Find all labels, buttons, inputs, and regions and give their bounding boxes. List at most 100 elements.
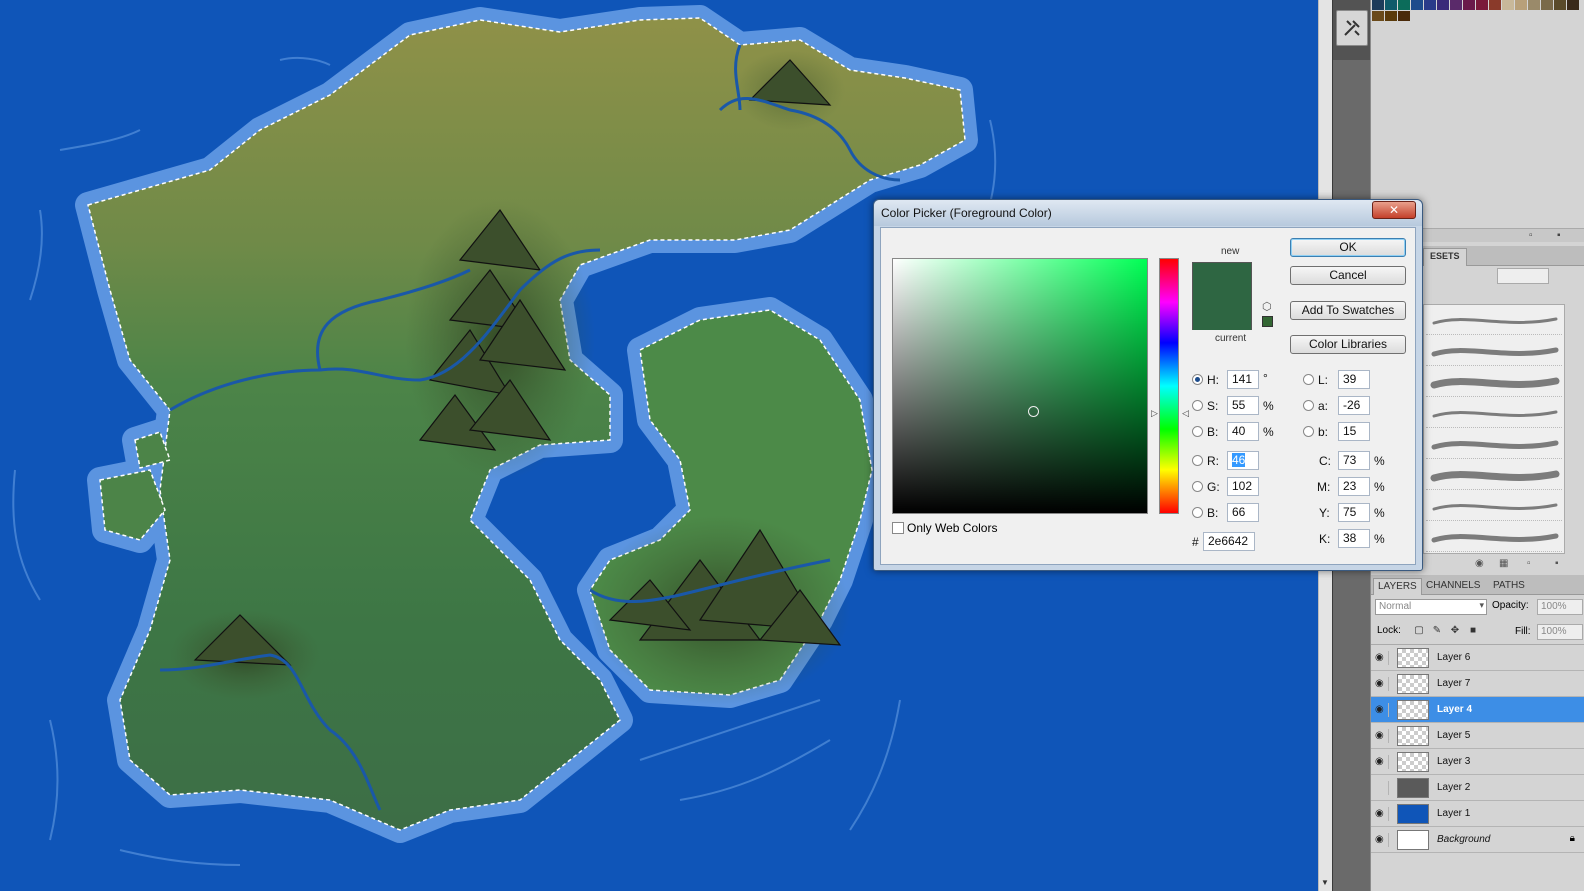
brush-preset-stroke[interactable]: [1426, 338, 1562, 366]
visibility-eye-icon[interactable]: ◉: [1375, 755, 1389, 769]
add-to-swatches-button[interactable]: Add To Swatches: [1290, 301, 1406, 320]
brush-preset-stroke[interactable]: [1426, 493, 1562, 521]
brush-preset-stroke[interactable]: [1426, 307, 1562, 335]
cancel-button[interactable]: Cancel: [1290, 266, 1406, 285]
lab-b-radio[interactable]: [1303, 426, 1314, 437]
swatch[interactable]: [1554, 0, 1566, 10]
fill-field[interactable]: 100%: [1537, 624, 1583, 640]
brush-preset-stroke[interactable]: [1426, 369, 1562, 397]
visibility-eye-icon[interactable]: ◉: [1375, 833, 1389, 847]
swatch[interactable]: [1372, 11, 1384, 21]
visibility-eye-icon[interactable]: ◉: [1375, 677, 1389, 691]
swatch[interactable]: [1450, 0, 1462, 10]
h-input[interactable]: 141: [1227, 370, 1259, 389]
rgb-b-radio[interactable]: [1192, 507, 1203, 518]
brush-presets-list[interactable]: [1423, 304, 1565, 554]
swatch[interactable]: [1463, 0, 1475, 10]
b-radio[interactable]: [1192, 426, 1203, 437]
visibility-eye-icon[interactable]: ◉: [1375, 703, 1389, 717]
r-radio[interactable]: [1192, 455, 1203, 466]
l-input[interactable]: 39: [1338, 370, 1370, 389]
brush-preset-stroke[interactable]: [1426, 431, 1562, 459]
brush-grid-icon[interactable]: ▦: [1499, 558, 1508, 569]
swatch[interactable]: [1398, 11, 1410, 21]
g-input[interactable]: 102: [1227, 477, 1259, 496]
r-input[interactable]: 46: [1227, 451, 1259, 470]
visibility-eye-icon[interactable]: [1375, 781, 1389, 795]
lab-b-input[interactable]: 15: [1338, 422, 1370, 441]
swatch[interactable]: [1541, 0, 1553, 10]
layer-row[interactable]: ◉ Background 🔒︎: [1371, 827, 1584, 853]
web-safe-swatch[interactable]: [1262, 316, 1273, 327]
g-radio[interactable]: [1192, 481, 1203, 492]
opacity-field[interactable]: 100%: [1537, 599, 1583, 615]
color-libraries-button[interactable]: Color Libraries: [1290, 335, 1406, 354]
lock-transparent-icon[interactable]: ▢: [1413, 625, 1425, 637]
layer-row[interactable]: Layer 2: [1371, 775, 1584, 801]
k-input[interactable]: 38: [1338, 529, 1370, 548]
swatch[interactable]: [1424, 0, 1436, 10]
delete-brush-icon[interactable]: ▪: [1555, 558, 1559, 569]
swatch[interactable]: [1528, 0, 1540, 10]
layer-row[interactable]: ◉ Layer 5: [1371, 723, 1584, 749]
brush-eye-icon[interactable]: ◉: [1475, 558, 1484, 569]
new-brush-icon[interactable]: ▫: [1527, 558, 1531, 569]
swatch[interactable]: [1411, 0, 1423, 10]
s-input[interactable]: 55: [1227, 396, 1259, 415]
lock-brush-icon[interactable]: ✎: [1431, 625, 1443, 637]
close-button[interactable]: ✕: [1372, 201, 1416, 219]
y-input[interactable]: 75: [1338, 503, 1370, 522]
swatch[interactable]: [1515, 0, 1527, 10]
swatch[interactable]: [1385, 0, 1397, 10]
current-color-swatch[interactable]: [1193, 297, 1251, 330]
l-radio[interactable]: [1303, 374, 1314, 385]
ok-button[interactable]: OK: [1290, 238, 1406, 257]
hex-input[interactable]: 2e6642: [1203, 532, 1255, 551]
swatch[interactable]: [1567, 0, 1579, 10]
a-radio[interactable]: [1303, 400, 1314, 411]
hue-slider-right-arrow-icon[interactable]: ◁: [1182, 408, 1189, 419]
tab-brush-presets[interactable]: ESETS: [1423, 248, 1467, 266]
layer-row[interactable]: ◉ Layer 3: [1371, 749, 1584, 775]
tab-layers[interactable]: LAYERS: [1373, 578, 1422, 595]
visibility-eye-icon[interactable]: ◉: [1375, 651, 1389, 665]
scroll-down-arrow-icon[interactable]: ▼: [1321, 878, 1329, 887]
color-field-cursor[interactable]: [1028, 406, 1039, 417]
web-safe-cube-icon[interactable]: ⬡: [1262, 300, 1272, 313]
brush-size-field[interactable]: [1497, 268, 1549, 284]
swatch[interactable]: [1502, 0, 1514, 10]
layer-row[interactable]: ◉ Layer 6: [1371, 645, 1584, 671]
rgb-b-input[interactable]: 66: [1227, 503, 1259, 522]
checkbox-box[interactable]: [892, 522, 904, 534]
lock-all-icon[interactable]: ■: [1467, 625, 1479, 637]
brush-preset-stroke[interactable]: [1426, 524, 1562, 552]
visibility-eye-icon[interactable]: ◉: [1375, 729, 1389, 743]
layer-row[interactable]: ◉ Layer 4: [1371, 697, 1584, 723]
swatches-grid[interactable]: [1372, 0, 1579, 21]
h-radio[interactable]: [1192, 374, 1203, 385]
swatch[interactable]: [1489, 0, 1501, 10]
swatch[interactable]: [1372, 0, 1384, 10]
hue-slider-left-arrow-icon[interactable]: ▷: [1151, 408, 1158, 419]
c-input[interactable]: 73: [1338, 451, 1370, 470]
tab-paths[interactable]: PATHS: [1489, 578, 1529, 595]
b-input[interactable]: 40: [1227, 422, 1259, 441]
delete-swatch-icon[interactable]: ▪: [1557, 230, 1561, 241]
color-field[interactable]: [892, 258, 1148, 514]
tab-channels[interactable]: CHANNELS: [1422, 578, 1484, 595]
layer-row[interactable]: ◉ Layer 1: [1371, 801, 1584, 827]
lock-move-icon[interactable]: ✥: [1449, 625, 1461, 637]
swatch[interactable]: [1385, 11, 1397, 21]
s-radio[interactable]: [1192, 400, 1203, 411]
tool-presets-button[interactable]: [1336, 10, 1368, 46]
m-input[interactable]: 23: [1338, 477, 1370, 496]
blend-mode-select[interactable]: Normal ▾: [1375, 599, 1487, 615]
swatch[interactable]: [1398, 0, 1410, 10]
brush-preset-stroke[interactable]: [1426, 462, 1562, 490]
brush-preset-stroke[interactable]: [1426, 400, 1562, 428]
swatch[interactable]: [1437, 0, 1449, 10]
dialog-titlebar[interactable]: Color Picker (Foreground Color) ✕: [874, 200, 1422, 226]
new-swatch-icon[interactable]: ▫: [1529, 230, 1533, 241]
visibility-eye-icon[interactable]: ◉: [1375, 807, 1389, 821]
hue-slider[interactable]: [1159, 258, 1179, 514]
